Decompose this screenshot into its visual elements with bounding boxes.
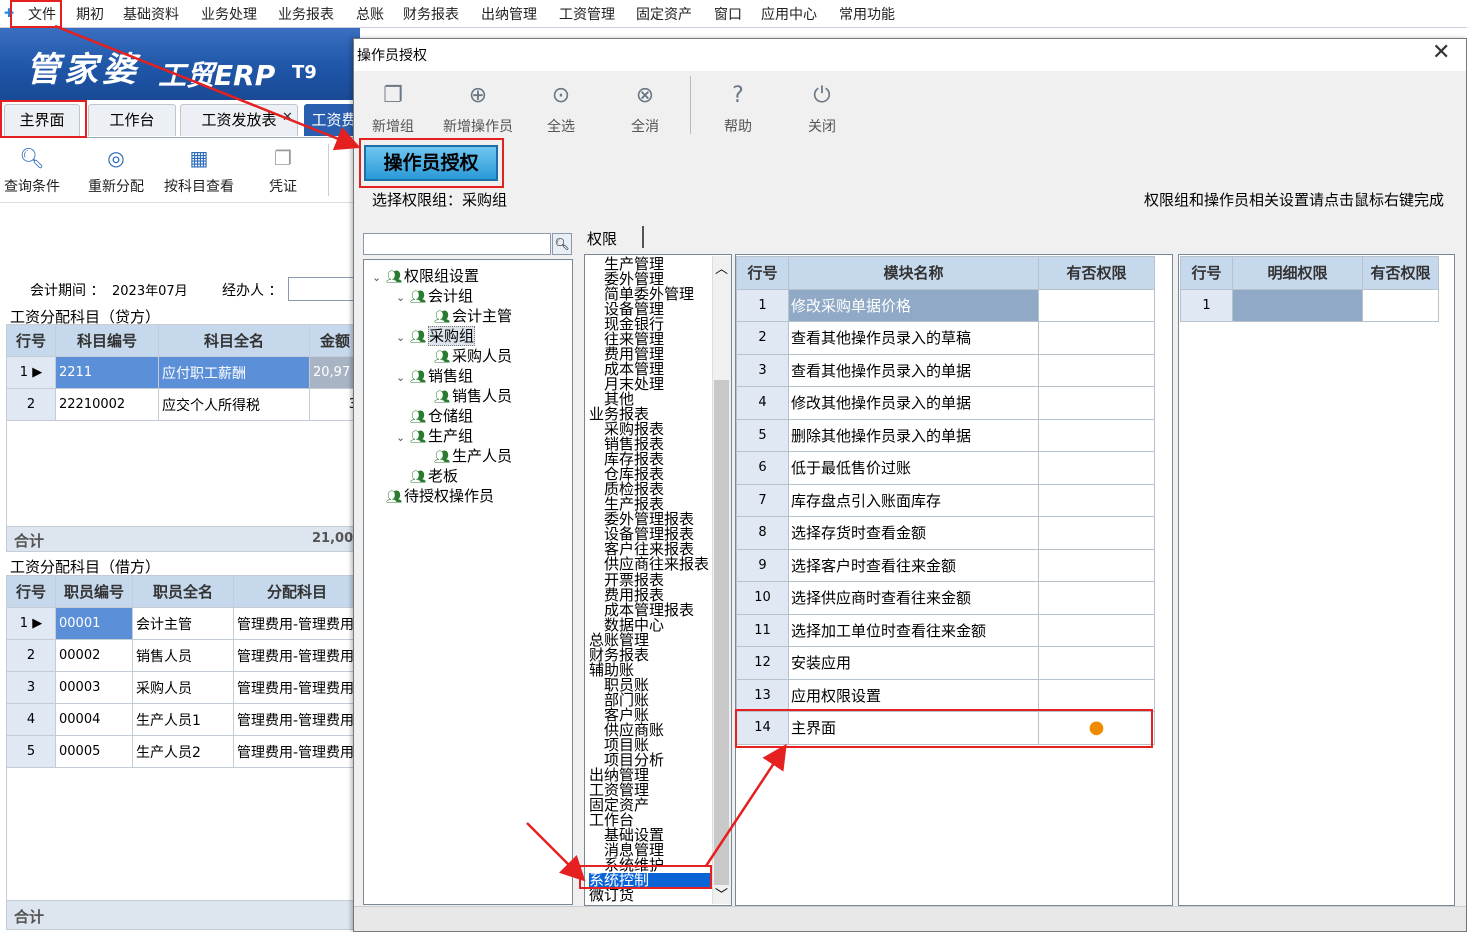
annotation-arrows (54, 24, 787, 882)
arrow-to-system-control (526, 822, 586, 882)
arrow-to-main-screen-row (704, 743, 787, 867)
arrow-file-to-heading (54, 24, 361, 151)
